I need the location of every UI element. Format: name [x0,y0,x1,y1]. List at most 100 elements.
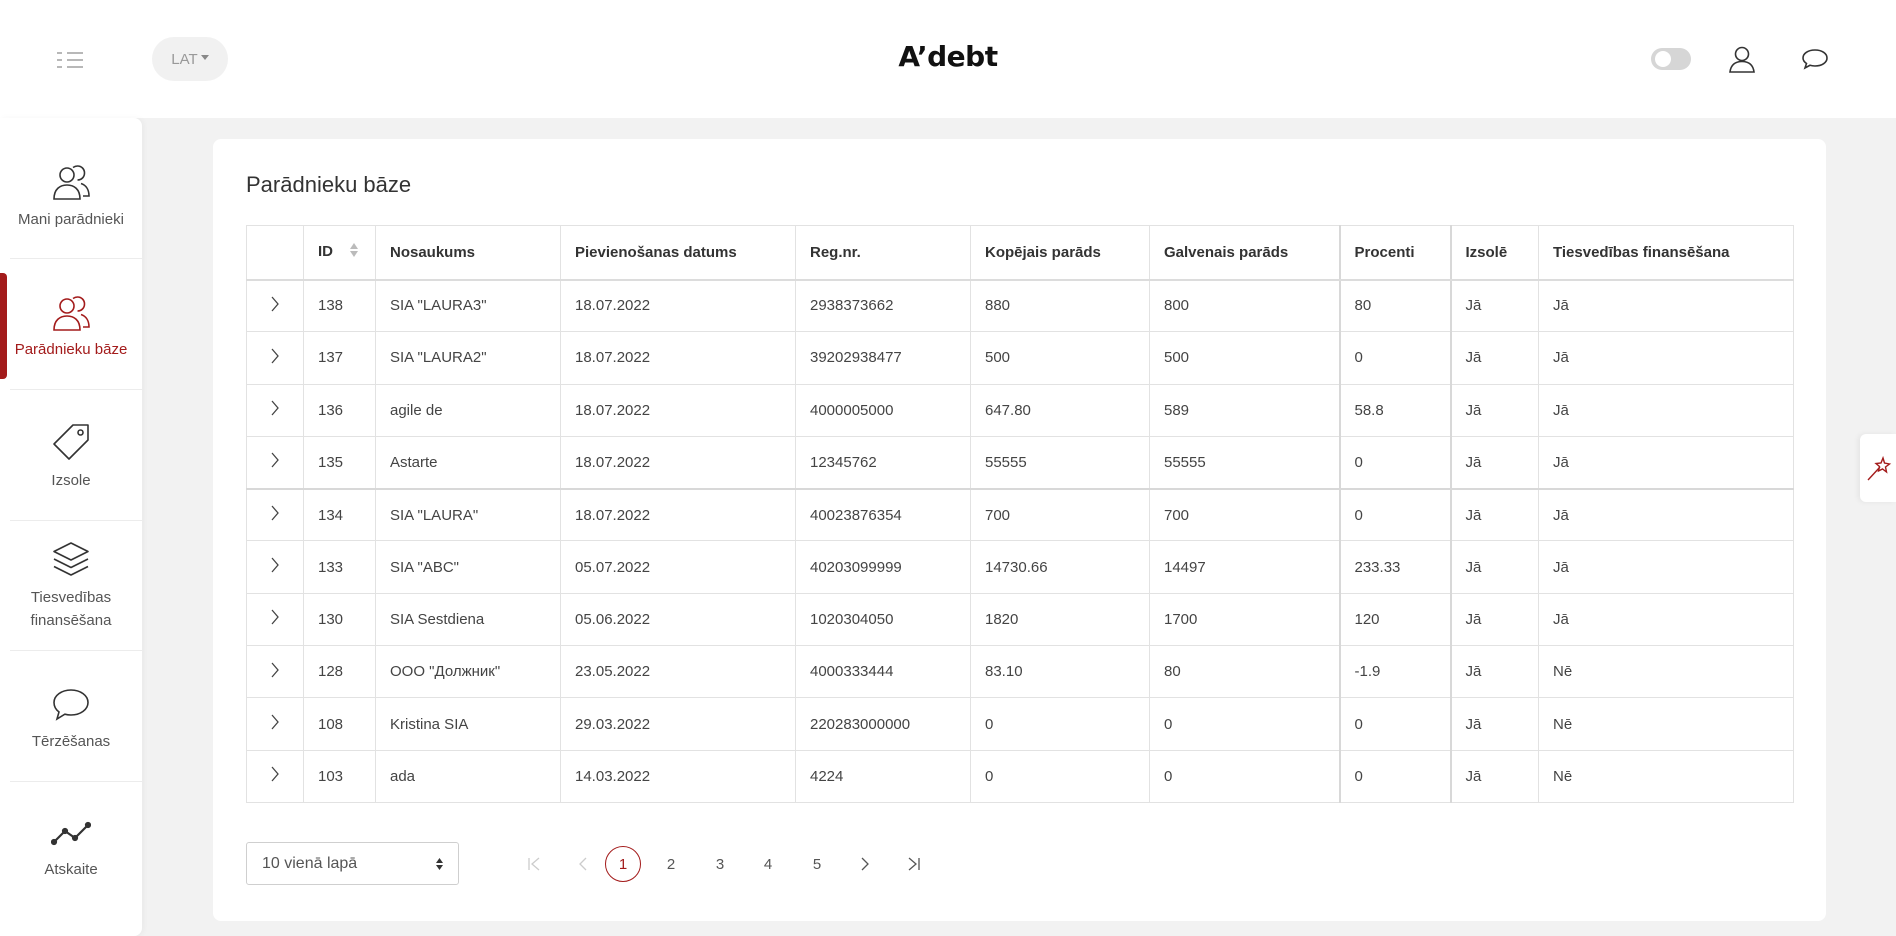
cell-reg-nr: 40023876354 [795,488,971,542]
cell-total-debt: 880 [970,278,1150,333]
cell-reg-nr: 4224 [795,749,971,803]
row-expand-cell[interactable] [246,592,304,647]
page-button-1[interactable]: 1 [605,846,641,882]
chevron-right-icon[interactable] [270,557,280,573]
cell-litigation: Jā [1538,540,1794,594]
cell-total-debt: 0 [970,749,1150,803]
chevron-right-icon[interactable] [270,296,280,312]
cell-main-debt: 800 [1149,278,1340,333]
cell-interest: 80 [1338,278,1451,333]
line-chart-icon [50,814,92,854]
chevron-right-icon[interactable] [270,400,280,416]
cell-interest: 0 [1338,749,1451,803]
page-button-4[interactable]: 4 [750,846,786,882]
table-row[interactable]: 103 ada 14.03.2022 4224 0 0 0 Jā Nē [246,749,1794,803]
cell-total-debt: 500 [970,331,1150,385]
next-page-button[interactable] [847,846,883,882]
sidebar-item-auction[interactable]: Izsole [0,390,142,520]
chevron-right-icon[interactable] [270,505,280,521]
cell-name: OOO "Должник" [375,645,561,699]
row-expand-cell[interactable] [246,435,304,490]
cell-litigation: Jā [1538,435,1794,490]
table-row[interactable]: 138 SIA "LAURA3" 18.07.2022 2938373662 880 80… [246,278,1794,333]
cell-name: SIA "LAURA3" [375,278,561,333]
cell-main-debt: 0 [1149,697,1340,751]
prev-page-button[interactable] [565,846,601,882]
table-row[interactable]: 133 SIA "ABC" 05.07.2022 40203099999 14730.6… [246,540,1794,594]
chevron-right-icon[interactable] [270,766,280,782]
table-row[interactable]: 135 Astarte 18.07.2022 12345762 55555 55555 0 J… [246,435,1794,490]
cell-id: 136 [303,383,376,437]
page-button-3[interactable]: 3 [702,846,738,882]
cell-id: 103 [303,749,376,803]
sidebar-item-report[interactable]: Atskaite [0,782,142,912]
cell-date: 18.07.2022 [560,383,796,437]
sidebar-item-label: Mani parādnieki [18,211,124,228]
cell-main-debt: 0 [1149,749,1340,803]
cell-id: 128 [303,645,376,699]
page-button-5[interactable]: 5 [799,846,835,882]
cell-auction: Jā [1449,278,1539,333]
chevron-right-icon[interactable] [270,348,280,364]
row-expand-cell[interactable] [246,749,304,803]
cell-litigation: Nē [1538,645,1794,699]
page-button-2[interactable]: 2 [653,846,689,882]
cell-name: Astarte [375,435,561,490]
table-row[interactable]: 136 agile de 18.07.2022 4000005000 647.80 589… [246,383,1794,437]
cell-litigation: Jā [1538,383,1794,437]
cell-total-debt: 55555 [970,435,1150,490]
cell-date: 18.07.2022 [560,331,796,385]
cell-id: 133 [303,540,376,594]
row-expand-cell[interactable] [246,488,304,542]
table-row[interactable]: 130 SIA Sestdiena 05.06.2022 1020304050 1820… [246,592,1794,647]
chevron-right-icon[interactable] [270,609,280,625]
user-icon[interactable] [1727,44,1757,74]
toggle-knob [1655,51,1671,67]
chevron-right-icon[interactable] [270,662,280,678]
chevron-right-icon[interactable] [270,452,280,468]
row-expand-cell[interactable] [246,645,304,699]
cell-auction: Jā [1449,749,1539,803]
cell-litigation: Nē [1538,749,1794,803]
table-row[interactable]: 108 Kristina SIA 29.03.2022 220283000000 0 0 0… [246,697,1794,751]
per-page-select[interactable]: 10 vienā lapā [246,842,459,885]
row-expand-cell[interactable] [246,697,304,751]
last-page-button[interactable] [896,846,932,882]
per-page-label: 10 vienā lapā [262,854,358,872]
theme-toggle[interactable] [1651,48,1691,70]
cell-reg-nr: 220283000000 [795,697,971,751]
chevron-right-icon[interactable] [270,714,280,730]
cell-interest: 120 [1338,592,1451,647]
cell-name: agile de [375,383,561,437]
cell-interest: 233.33 [1338,540,1451,594]
cell-main-debt: 1700 [1149,592,1340,647]
sidebar-item-my-debtors[interactable]: Mani parādnieki [0,118,142,248]
cell-date: 05.06.2022 [560,592,796,647]
column-header-auction: Izsolē [1449,225,1539,281]
cell-litigation: Jā [1538,278,1794,333]
sort-icon[interactable] [349,242,359,262]
row-expand-cell[interactable] [246,331,304,385]
table-row[interactable]: 134 SIA "LAURA" 18.07.2022 40023876354 700 70… [246,488,1794,542]
chat-bubble-icon[interactable] [1800,44,1830,74]
cell-reg-nr: 39202938477 [795,331,971,385]
cell-total-debt: 1820 [970,592,1150,647]
row-expand-cell[interactable] [246,278,304,333]
cell-litigation: Jā [1538,331,1794,385]
cell-interest: 58.8 [1338,383,1451,437]
column-header-id[interactable]: ID [303,225,376,281]
cell-interest: 0 [1338,697,1451,751]
sidebar-item-litigation-financing[interactable]: Tiesvedības finansēšana [0,521,142,651]
cell-id: 108 [303,697,376,751]
sidebar-item-debtor-base[interactable]: Parādnieku bāze [0,259,142,389]
table-row[interactable]: 137 SIA "LAURA2" 18.07.2022 39202938477 500 5… [246,331,1794,385]
magic-wand-tab[interactable] [1860,434,1896,502]
cell-main-debt: 589 [1149,383,1340,437]
cell-reg-nr: 4000333444 [795,645,971,699]
first-page-button[interactable] [516,846,552,882]
cell-id: 137 [303,331,376,385]
row-expand-cell[interactable] [246,540,304,594]
sidebar-item-chats[interactable]: Tērzēšanas [0,651,142,781]
table-row[interactable]: 128 OOO "Должник" 23.05.2022 4000333444 83.1… [246,645,1794,699]
row-expand-cell[interactable] [246,383,304,437]
